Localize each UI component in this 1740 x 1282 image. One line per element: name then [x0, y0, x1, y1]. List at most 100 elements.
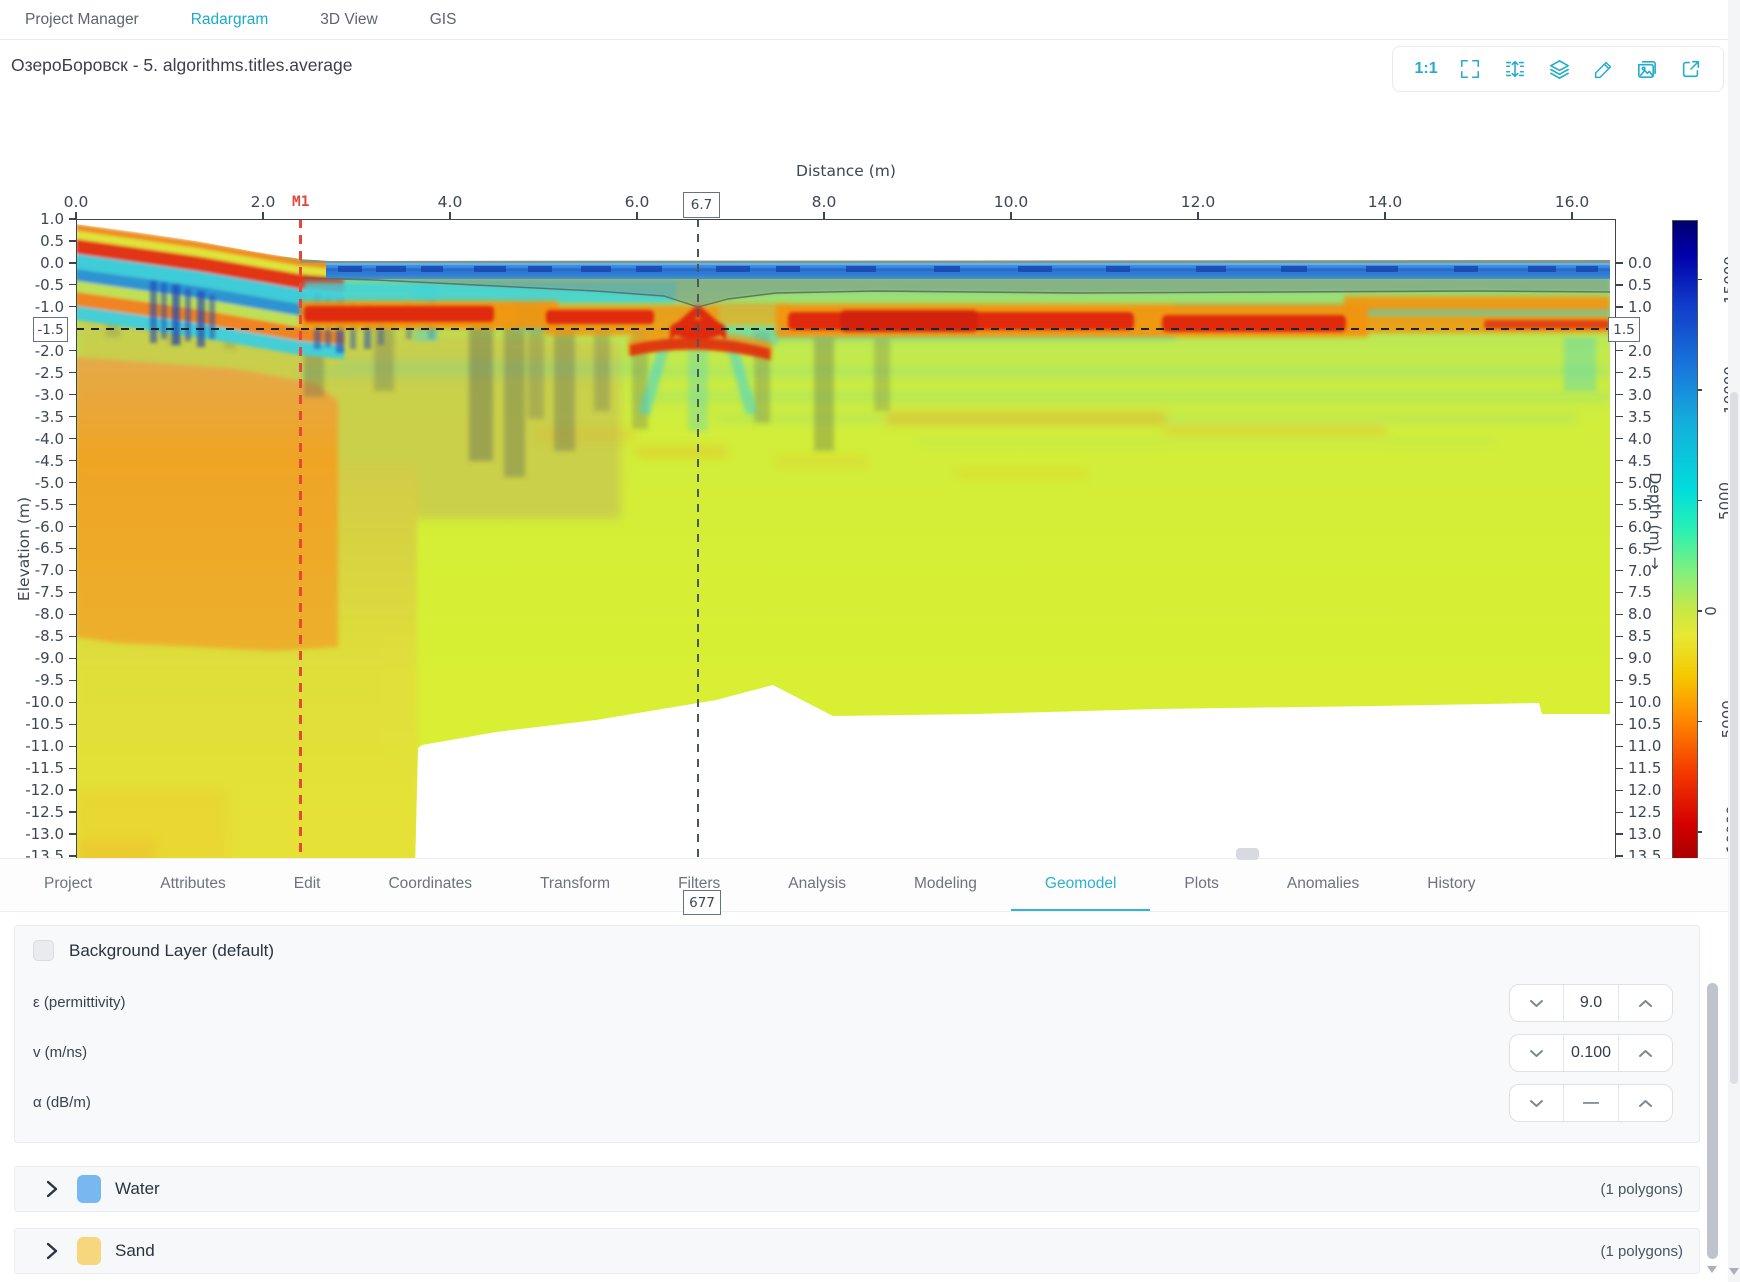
- stepper-decrement-button[interactable]: [1510, 1085, 1563, 1121]
- elevation-tick-label: -6.0: [18, 518, 64, 536]
- page-scrollbar-thumb[interactable]: [1730, 392, 1738, 1084]
- m1-marker-line[interactable]: [299, 219, 302, 882]
- tick-mark: [69, 636, 76, 637]
- tick-mark: [69, 394, 76, 395]
- param-value: —: [1563, 1085, 1619, 1121]
- tick-mark: [1616, 724, 1623, 725]
- depth-tick-label: 7.0: [1628, 562, 1672, 580]
- top-axis-title: Distance (m): [786, 162, 906, 180]
- tab-transform[interactable]: Transform: [506, 859, 644, 911]
- layer-polygon-count: (1 polygons): [1600, 1243, 1683, 1260]
- m1-marker-label[interactable]: M1: [292, 194, 309, 210]
- tick-mark: [69, 262, 76, 263]
- tick-mark: [1616, 438, 1623, 439]
- nav-item-3d-view[interactable]: 3D View: [320, 11, 377, 29]
- depth-tick-label: 8.5: [1628, 627, 1672, 645]
- page-scrollbar-down-icon[interactable]: [1729, 1268, 1739, 1275]
- tick-mark: [69, 548, 76, 549]
- tab-attributes[interactable]: Attributes: [126, 859, 259, 911]
- layer-name: Sand: [115, 1241, 155, 1261]
- elevation-tick-label: -6.5: [18, 539, 64, 557]
- elevation-tick-label: 0.0: [18, 254, 64, 272]
- tick-mark: [1616, 790, 1623, 791]
- tick-mark: [1616, 592, 1623, 593]
- depth-tick-label: 9.0: [1628, 649, 1672, 667]
- elevation-tick-label: -13.0: [18, 825, 64, 843]
- tick-mark: [69, 746, 76, 747]
- stepper-increment-button[interactable]: [1619, 985, 1672, 1021]
- tick-mark: [1616, 504, 1623, 505]
- param-value: 0.100: [1563, 1035, 1619, 1071]
- zoom-1-1-button[interactable]: 1:1: [1414, 60, 1437, 78]
- tab-project[interactable]: Project: [10, 859, 126, 911]
- tab-coordinates[interactable]: Coordinates: [354, 859, 506, 911]
- tab-analysis[interactable]: Analysis: [754, 859, 880, 911]
- radargram-plot[interactable]: Distance (m) Signals Elevation (m) Depth…: [0, 92, 1740, 857]
- radargram-image[interactable]: [76, 219, 1616, 882]
- layer-row-water[interactable]: Water(1 polygons): [14, 1166, 1700, 1212]
- layer-row-sand[interactable]: Sand (1 polygons): [14, 1228, 1700, 1274]
- depth-tick-label: 5.0: [1628, 474, 1672, 492]
- tick-mark: [1616, 702, 1623, 703]
- export-icon[interactable]: [1680, 58, 1702, 80]
- tab-plots[interactable]: Plots: [1150, 859, 1252, 911]
- elevation-tick-label: -12.0: [18, 781, 64, 799]
- chevron-right-icon[interactable]: [45, 1180, 59, 1198]
- stepper-decrement-button[interactable]: [1510, 1035, 1563, 1071]
- tick-mark: [1616, 658, 1623, 659]
- stepper-decrement-button[interactable]: [1510, 985, 1563, 1021]
- tick-mark: [1616, 548, 1623, 549]
- param-label: ε (permittivity): [33, 994, 126, 1011]
- tick-mark: [69, 372, 76, 373]
- nav-item-radargram[interactable]: Radargram: [191, 11, 269, 29]
- elevation-tick-label: -4.5: [18, 452, 64, 470]
- elevation-tick-label: -8.0: [18, 605, 64, 623]
- depth-tick-label: 13.0: [1628, 825, 1672, 843]
- tick-mark: [69, 460, 76, 461]
- param-stepper: 0.100: [1509, 1034, 1673, 1072]
- elevation-tick-label: 0.5: [18, 232, 64, 250]
- layers-icon[interactable]: [1548, 58, 1571, 81]
- stepper-increment-button[interactable]: [1619, 1085, 1672, 1121]
- tab-modeling[interactable]: Modeling: [880, 859, 1011, 911]
- depth-tick-label: 2.0: [1628, 342, 1672, 360]
- tabs-scroll-handle[interactable]: [1236, 848, 1259, 860]
- plot-toolbar: 1:1: [1392, 46, 1724, 92]
- panel-scrollbar-thumb[interactable]: [1707, 983, 1718, 1259]
- snapshot-icon[interactable]: [1635, 58, 1658, 81]
- elevation-tick-label: -2.5: [18, 364, 64, 382]
- param-label: α (dB/m): [33, 1094, 91, 1111]
- depth-tick-label: 4.5: [1628, 452, 1672, 470]
- fullscreen-icon[interactable]: [1459, 58, 1481, 80]
- elevation-tick-label: -10.0: [18, 693, 64, 711]
- background-layer-row: Background Layer (default): [33, 940, 274, 961]
- tick-mark: [69, 789, 76, 790]
- nav-item-project-manager[interactable]: Project Manager: [25, 11, 139, 29]
- background-layer-checkbox[interactable]: [33, 940, 54, 961]
- tab-edit[interactable]: Edit: [260, 859, 355, 911]
- cursor-line[interactable]: [697, 219, 699, 882]
- panel-scrollbar-down-icon[interactable]: [1707, 1266, 1717, 1273]
- elevation-tick-label: -11.5: [18, 759, 64, 777]
- chevron-right-icon[interactable]: [45, 1242, 59, 1260]
- tick-mark: [69, 482, 76, 483]
- nav-item-gis[interactable]: GIS: [430, 11, 457, 29]
- tick-mark: [69, 680, 76, 681]
- tick-mark: [1616, 460, 1623, 461]
- stepper-increment-button[interactable]: [1619, 1035, 1672, 1071]
- fit-height-icon[interactable]: [1503, 58, 1527, 80]
- elevation-crosshair-label: -1.5: [33, 317, 68, 342]
- elevation-tick-label: -5.0: [18, 474, 64, 492]
- layer-color-swatch: [77, 1237, 101, 1265]
- elevation-tick-label: -2.0: [18, 342, 64, 360]
- tab-anomalies[interactable]: Anomalies: [1253, 859, 1393, 911]
- tick-mark: [69, 416, 76, 417]
- tick-mark: [262, 212, 263, 219]
- tick-mark: [1616, 614, 1623, 615]
- depth-tick-label: 6.5: [1628, 540, 1672, 558]
- tab-history[interactable]: History: [1393, 859, 1509, 911]
- tab-geomodel[interactable]: Geomodel: [1011, 859, 1151, 911]
- tick-mark: [69, 768, 76, 769]
- param-stepper: 9.0: [1509, 984, 1673, 1022]
- pencil-icon[interactable]: [1593, 59, 1614, 80]
